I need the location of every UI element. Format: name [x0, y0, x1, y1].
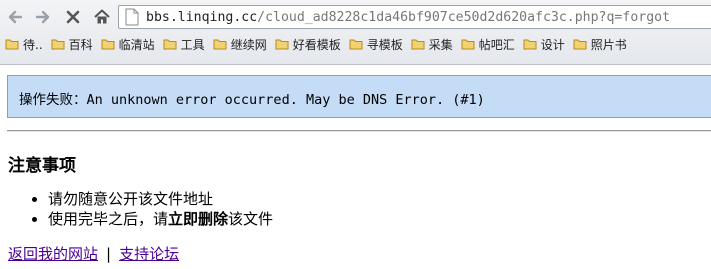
back-to-site-link[interactable]: 返回我的网站	[8, 245, 98, 263]
bookmark-label: 好看模板	[292, 38, 341, 52]
bookmarks-bar: 待.. 百科 临清站 工具 继续网 好看模板 寻模板 采集 帖吧汇 设计 照片书	[0, 34, 711, 56]
bookmark-item[interactable]: 好看模板	[275, 38, 341, 53]
notice-item-1: 请勿随意公开该文件地址	[48, 190, 214, 208]
home-icon	[94, 9, 110, 24]
folder-icon	[411, 38, 425, 53]
bookmark-label: 待..	[23, 38, 43, 52]
bookmark-item[interactable]: 设计	[523, 38, 565, 53]
error-text: An unknown error occurred. May be DNS Er…	[86, 92, 485, 108]
bookmark-label: 工具	[180, 38, 205, 52]
bookmark-item[interactable]: 临清站	[101, 38, 155, 53]
folder-icon	[573, 38, 587, 53]
folder-icon	[523, 38, 537, 53]
bookmark-item[interactable]: 采集	[411, 38, 453, 53]
url-path: /cloud_ad8228c1da46bf907ce50d2d620afc3c.…	[257, 9, 671, 25]
bookmark-label: 帖吧汇	[478, 38, 515, 52]
footer-links: 返回我的网站 | 支持论坛	[8, 243, 179, 264]
bookmark-item[interactable]: 照片书	[573, 38, 627, 53]
error-message: 操作失败：An unknown error occurred. May be D…	[19, 88, 485, 108]
bookmark-item[interactable]: 工具	[163, 38, 205, 53]
error-prefix: 操作失败：	[19, 92, 87, 108]
error-message-box: 操作失败：An unknown error occurred. May be D…	[7, 75, 711, 118]
bookmark-label: 百科	[68, 38, 93, 52]
bookmark-item[interactable]: 待..	[5, 38, 43, 53]
bookmark-label: 采集	[428, 38, 453, 52]
list-item: 使用完毕之后，请立即删除该文件	[48, 209, 273, 229]
notice-item-2-bold: 立即删除	[168, 210, 229, 228]
list-item: 请勿随意公开该文件地址	[48, 189, 273, 209]
folder-icon	[51, 38, 65, 53]
bookmark-label: 照片书	[590, 38, 627, 52]
support-forum-link[interactable]: 支持论坛	[119, 245, 179, 263]
back-arrow-icon	[8, 10, 23, 24]
notice-title: 注意事项	[8, 156, 76, 176]
url-host: bbs.linqing.cc	[146, 9, 258, 25]
bookmark-label: 寻模板	[366, 38, 403, 52]
home-button[interactable]	[91, 6, 113, 28]
forward-button[interactable]	[32, 6, 54, 28]
forward-arrow-icon	[35, 10, 50, 24]
bookmark-item[interactable]: 寻模板	[349, 38, 403, 53]
bookmark-item[interactable]: 帖吧汇	[461, 38, 515, 53]
back-button[interactable]	[4, 6, 26, 28]
folder-icon	[101, 38, 115, 53]
notice-item-2-before: 使用完毕之后，请	[48, 210, 169, 228]
bookmark-label: 设计	[540, 38, 565, 52]
page-icon	[125, 8, 139, 26]
notice-list: 请勿随意公开该文件地址 使用完毕之后，请立即删除该文件	[28, 189, 273, 229]
bookmark-label: 临清站	[118, 38, 155, 52]
bookmark-label: 继续网	[230, 38, 267, 52]
folder-icon	[5, 38, 19, 53]
url-text: bbs.linqing.cc/cloud_ad8228c1da46bf907ce…	[146, 10, 670, 25]
stop-button[interactable]	[62, 6, 84, 28]
bookmark-item[interactable]: 百科	[51, 38, 93, 53]
divider	[7, 130, 711, 132]
browser-chrome: bbs.linqing.cc/cloud_ad8228c1da46bf907ce…	[0, 0, 711, 65]
notice-item-2-after: 该文件	[228, 210, 274, 228]
stop-x-icon	[66, 10, 80, 24]
link-separator: |	[106, 245, 112, 263]
folder-icon	[275, 38, 289, 53]
address-bar[interactable]: bbs.linqing.cc/cloud_ad8228c1da46bf907ce…	[118, 5, 711, 29]
folder-icon	[163, 38, 177, 53]
bookmark-item[interactable]: 继续网	[213, 38, 267, 53]
folder-icon	[349, 38, 363, 53]
folder-icon	[461, 38, 475, 53]
folder-icon	[213, 38, 227, 53]
